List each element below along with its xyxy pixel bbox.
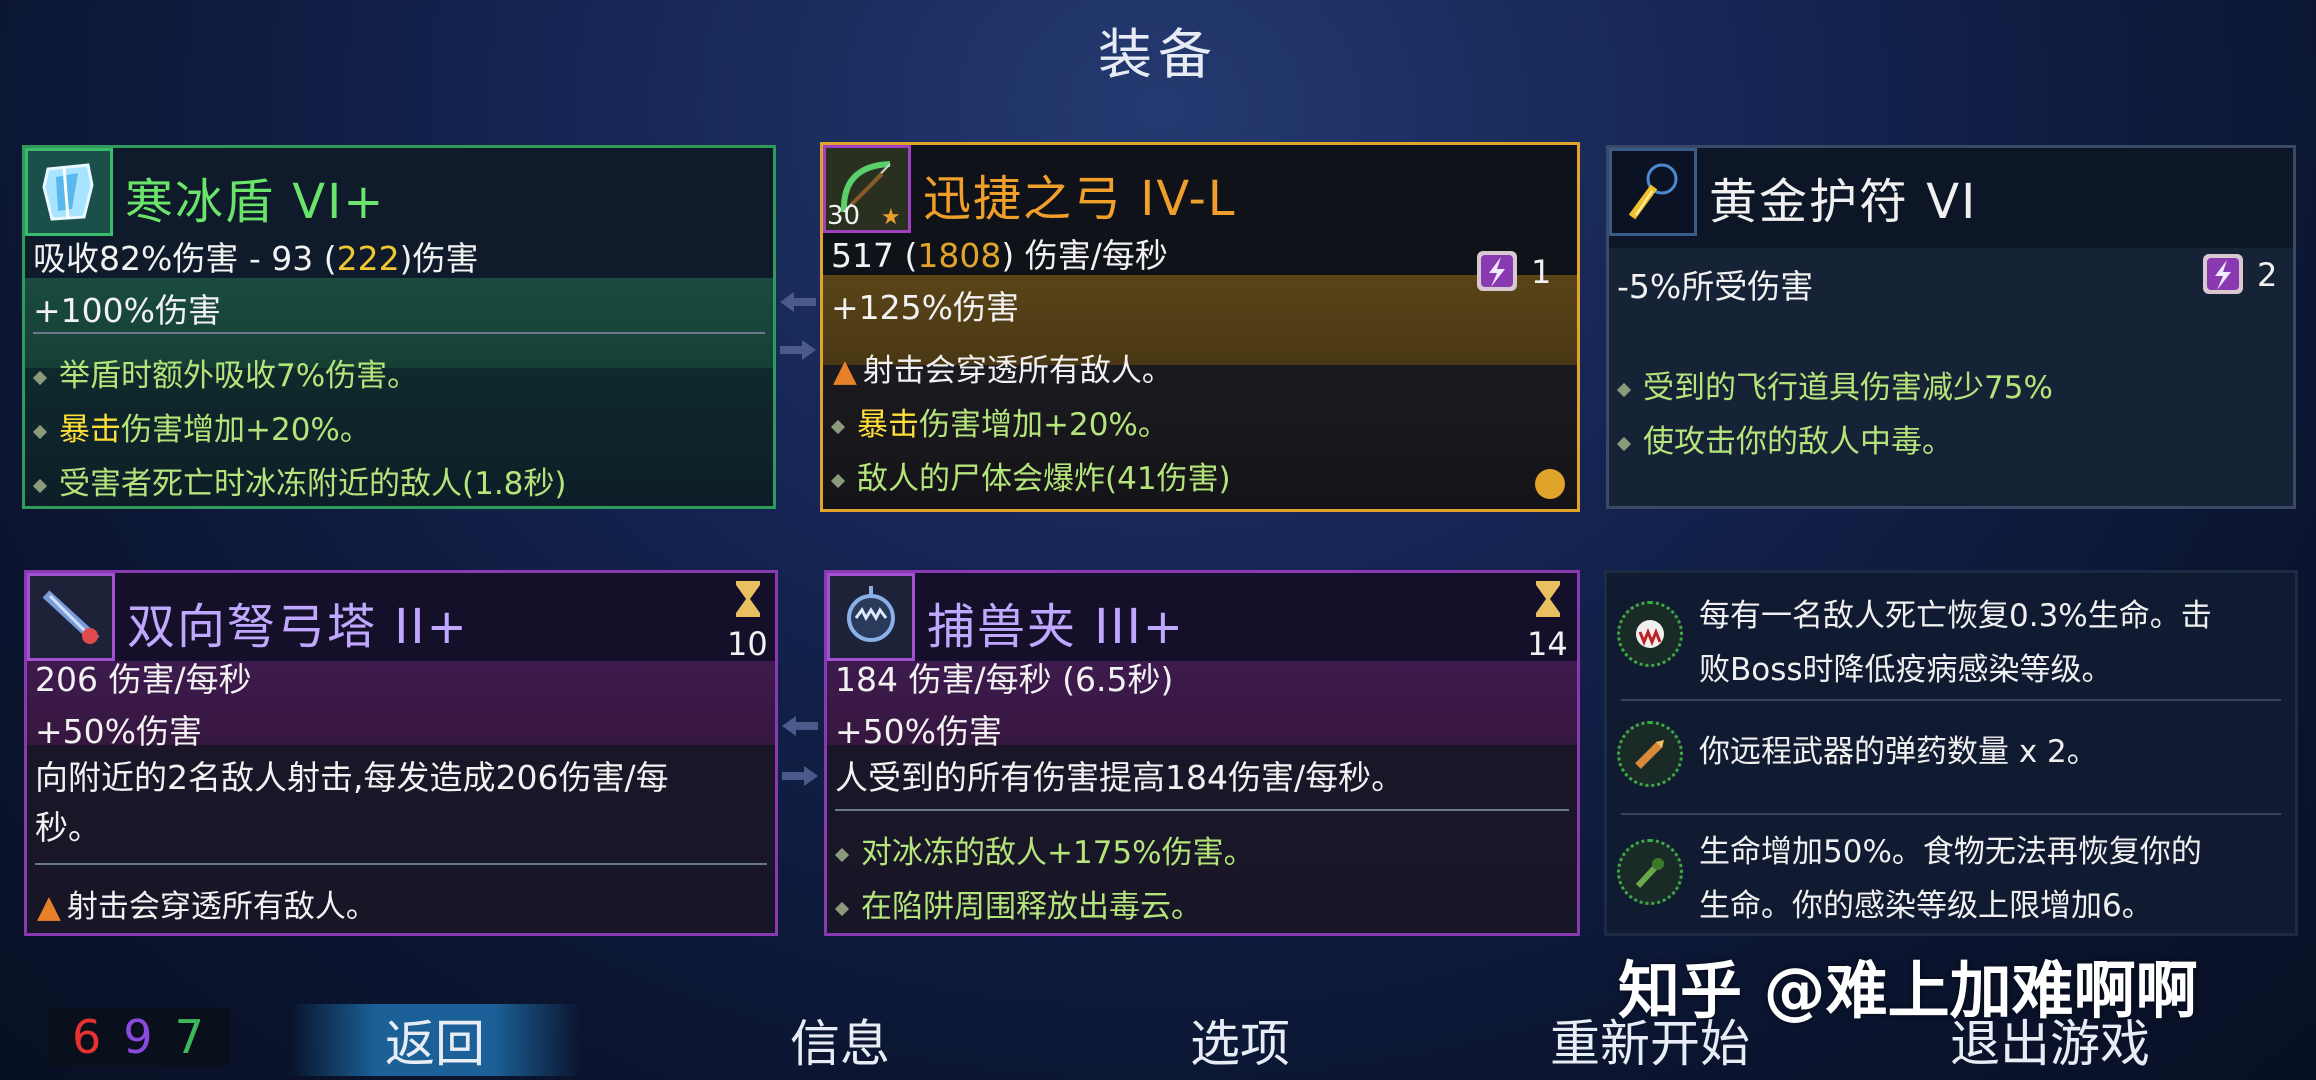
menu-back-button[interactable]: 返回 <box>290 1004 580 1076</box>
cooldown-hourglass-icon <box>1536 581 1560 617</box>
cooldown-value: 14 <box>1527 625 1568 663</box>
damage-bonus-line: +125%伤害 <box>831 288 1019 327</box>
item-card-golden-amulet[interactable]: 黄金护符 VI -5%所受伤害 2 受到的飞行道具伤害减少75% 使攻击你的敌人… <box>1606 145 2296 509</box>
menu-info-button[interactable]: 信息 <box>720 1004 960 1076</box>
divider <box>1621 699 2281 701</box>
trait-item: ▲ 射击会穿透所有敌人。 <box>833 353 1173 389</box>
trait-item: 受害者死亡时冰冻附近的敌人(1.8秒) <box>32 458 567 503</box>
damage-bonus-line: +50%伤害 <box>835 712 1002 751</box>
crossbow-turret-icon <box>27 573 115 661</box>
item-name: 黄金护符 VI <box>1709 174 1978 230</box>
trait-item: 受到的飞行道具伤害减少75% <box>1616 362 2053 407</box>
damage-bonus-line: +50%伤害 <box>35 712 202 751</box>
divider <box>33 332 765 334</box>
swap-right-arrow-icon[interactable] <box>778 338 818 362</box>
mutation-description: 你远程武器的弹药数量 x 2。 <box>1699 734 2098 770</box>
description-line: 向附近的2名敌人射击,每发造成206伤害/每 <box>35 758 669 797</box>
description-line: 人受到的所有伤害提高184伤害/每秒。 <box>835 758 1405 797</box>
wolf-trap-icon <box>827 573 915 661</box>
golden-amulet-icon <box>1609 148 1697 236</box>
survival-stat: 7 <box>174 1010 204 1064</box>
item-card-crossbow-turret[interactable]: 双向弩弓塔 II+ 10 206 伤害/每秒 +50%伤害 向附近的2名敌人射击… <box>24 570 778 936</box>
description-line: 秒。 <box>35 808 101 847</box>
trait-item: 暴击伤害增加+20%。 <box>32 404 371 449</box>
item-card-ice-shield[interactable]: 寒冰盾 VI+ 吸收82%伤害 - 93 (222)伤害 +100%伤害 举盾时… <box>22 145 776 509</box>
scroll-count: 2 <box>2257 256 2278 294</box>
mutation-description: 每有一名敌人死亡恢复0.3%生命。击 败Boss时降低疫病感染等级。 <box>1699 598 2212 688</box>
swap-left-arrow-icon[interactable] <box>778 290 818 314</box>
damage-absorb-line: 吸收82%伤害 - 93 (222)伤害 <box>33 239 479 278</box>
swap-right-arrow-icon[interactable] <box>780 764 820 788</box>
item-card-swift-bow[interactable]: 30 ★ 迅捷之弓 IV-L 517 (1808) 伤害/每秒 +125%伤害 … <box>820 142 1580 512</box>
item-level: 30 <box>827 201 861 231</box>
mutation-description: 生命增加50%。食物无法再恢复你的 生命。你的感染等级上限增加6。 <box>1699 834 2202 924</box>
divider <box>835 809 1569 811</box>
trait-item: 使攻击你的敌人中毒。 <box>1616 416 1953 461</box>
mutation-item[interactable]: 生命增加50%。食物无法再恢复你的 生命。你的感染等级上限增加6。 <box>1617 825 2285 933</box>
item-name: 寒冰盾 VI+ <box>125 174 386 230</box>
page-title: 装备 <box>1098 23 1218 86</box>
divider <box>1621 813 2281 815</box>
legendary-gem-icon <box>1535 469 1565 499</box>
item-card-wolf-trap[interactable]: 捕兽夹 III+ 14 184 伤害/每秒 (6.5秒) +50%伤害 人受到的… <box>824 570 1580 936</box>
trait-item: 暴击伤害增加+20%。 <box>830 399 1169 444</box>
watermark: 知乎 @难上加难啊啊 <box>1618 954 2198 1027</box>
cooldown-value: 10 <box>727 625 768 663</box>
divider <box>35 863 767 865</box>
cooldown-hourglass-icon <box>736 581 760 617</box>
stat-scrolls-counter: 6 9 7 <box>50 1008 230 1066</box>
item-name: 迅捷之弓 IV-L <box>923 171 1237 227</box>
trait-item: ▲ 射击会穿透所有敌人。 <box>37 889 377 925</box>
brutality-stat: 6 <box>72 1010 102 1064</box>
necromancy-mutation-icon <box>1617 839 1683 905</box>
trait-item: 敌人的尸体会爆炸(41伤害) <box>830 453 1231 498</box>
item-name: 双向弩弓塔 II+ <box>127 599 469 655</box>
dps-line: 184 伤害/每秒 (6.5秒) <box>835 660 1174 699</box>
mutation-item[interactable]: 你远程武器的弹药数量 x 2。 <box>1617 711 2285 821</box>
vampire-mutation-icon <box>1617 601 1683 667</box>
swap-left-arrow-icon[interactable] <box>780 714 820 738</box>
damage-bonus-line: +100%伤害 <box>33 291 221 330</box>
scroll-count: 1 <box>1531 253 1552 291</box>
menu-options-button[interactable]: 选项 <box>1120 1004 1360 1076</box>
damage-reduction-line: -5%所受伤害 <box>1617 267 1814 306</box>
tactics-stat: 9 <box>123 1010 153 1064</box>
item-name: 捕兽夹 III+ <box>927 599 1185 655</box>
ammo-mutation-icon <box>1617 721 1683 787</box>
ice-shield-icon <box>25 148 113 236</box>
mutations-panel: 每有一名敌人死亡恢复0.3%生命。击 败Boss时降低疫病感染等级。 你远程武器的… <box>1604 570 2298 936</box>
mutation-item[interactable]: 每有一名敌人死亡恢复0.3%生命。击 败Boss时降低疫病感染等级。 <box>1617 589 2285 699</box>
dps-line: 517 (1808) 伤害/每秒 <box>831 236 1168 275</box>
star-icon: ★ <box>881 205 901 230</box>
trait-item: 举盾时额外吸收7%伤害。 <box>32 350 418 395</box>
trait-item: 对冰冻的敌人+175%伤害。 <box>834 827 1255 872</box>
dps-line: 206 伤害/每秒 <box>35 660 252 699</box>
trait-item: 在陷阱周围释放出毒云。 <box>834 881 1202 926</box>
scroll-of-power-icon <box>2203 254 2243 294</box>
scroll-of-power-icon <box>1477 251 1517 291</box>
